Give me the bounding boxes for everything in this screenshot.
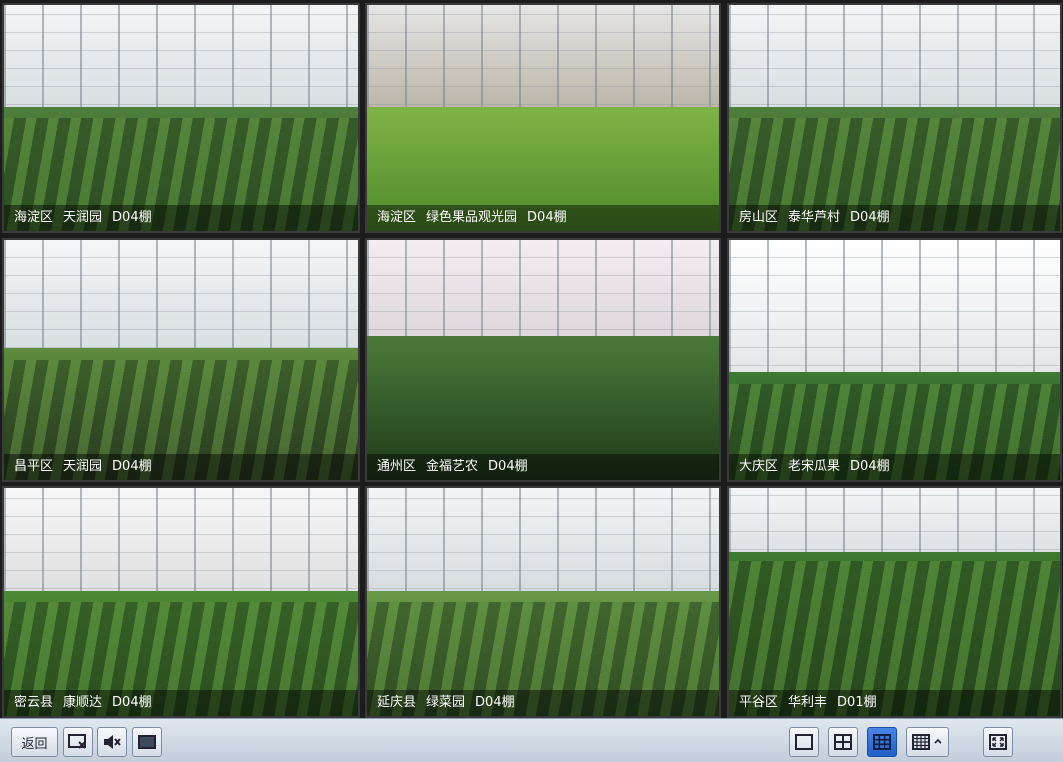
site-label: 绿菜园 [426, 695, 466, 710]
camera-caption: 平谷区 华利丰 D01棚 [729, 690, 1060, 716]
layout-9-icon [873, 734, 891, 750]
site-label: 金福艺农 [426, 459, 479, 474]
shed-label: D04棚 [850, 459, 890, 474]
camera-cell-8[interactable]: 延庆县 绿菜园 D04棚 [365, 486, 721, 718]
camera-cell-7[interactable]: 密云县 康顺达 D04棚 [2, 486, 360, 718]
camera-cell-2[interactable]: 海淀区 绿色果品观光园 D04棚 [365, 3, 721, 233]
camera-cell-4[interactable]: 昌平区 天润园 D04棚 [2, 238, 360, 482]
camera-cell-1[interactable]: 海淀区 天润园 D04棚 [2, 3, 360, 233]
camera-caption: 密云县 康顺达 D04棚 [4, 690, 358, 716]
shed-label: D04棚 [112, 459, 152, 474]
site-label: 绿色果品观光园 [426, 210, 518, 225]
layout-4-icon [834, 734, 852, 750]
camera-cell-5[interactable]: 通州区 金福艺农 D04棚 [365, 238, 721, 482]
site-label: 康顺达 [63, 695, 103, 710]
district-label: 海淀区 [14, 210, 54, 225]
layout-4-button[interactable] [828, 727, 858, 757]
camera-caption: 海淀区 绿色果品观光园 D04棚 [367, 205, 719, 231]
layout-16-icon [912, 734, 930, 750]
shed-label: D04棚 [488, 459, 528, 474]
site-label: 泰华芦村 [788, 210, 841, 225]
close-screen-button[interactable] [63, 727, 93, 757]
shed-label: D04棚 [112, 210, 152, 225]
chevron-up-icon [934, 738, 942, 744]
shed-label: D01棚 [837, 695, 877, 710]
video-wall-app: 海淀区 天润园 D04棚 海淀区 绿色果品观光园 D04棚 房山区 泰华芦村 D04棚 昌平… [0, 0, 1063, 762]
back-button[interactable]: 返回 [11, 727, 58, 757]
district-label: 房山区 [739, 210, 779, 225]
camera-grid: 海淀区 天润园 D04棚 海淀区 绿色果品观光园 D04棚 房山区 泰华芦村 D04棚 昌平… [0, 0, 1063, 718]
single-screen-icon [138, 735, 156, 749]
layout-1-icon [795, 734, 813, 750]
site-label: 天润园 [63, 210, 103, 225]
site-label: 华利丰 [788, 695, 828, 710]
layout-16-button[interactable] [906, 727, 949, 757]
district-label: 延庆县 [377, 695, 417, 710]
camera-caption: 大庆区 老宋瓜果 D04棚 [729, 454, 1060, 480]
close-screen-icon [68, 734, 86, 749]
camera-cell-9[interactable]: 平谷区 华利丰 D01棚 [727, 486, 1062, 718]
site-label: 天润园 [63, 459, 103, 474]
shed-label: D04棚 [850, 210, 890, 225]
camera-cell-3[interactable]: 房山区 泰华芦村 D04棚 [727, 3, 1062, 233]
mute-button[interactable] [97, 727, 127, 757]
bottom-toolbar: 返回 [0, 718, 1063, 762]
district-label: 密云县 [14, 695, 54, 710]
district-label: 通州区 [377, 459, 417, 474]
camera-cell-6[interactable]: 大庆区 老宋瓜果 D04棚 [727, 238, 1062, 482]
camera-caption: 延庆县 绿菜园 D04棚 [367, 690, 719, 716]
camera-caption: 通州区 金福艺农 D04棚 [367, 454, 719, 480]
site-label: 老宋瓜果 [788, 459, 841, 474]
layout-9-button[interactable] [867, 727, 897, 757]
fullscreen-button[interactable] [983, 727, 1013, 757]
layout-1-button[interactable] [789, 727, 819, 757]
single-screen-button[interactable] [132, 727, 162, 757]
shed-label: D04棚 [475, 695, 515, 710]
shed-label: D04棚 [527, 210, 567, 225]
shed-label: D04棚 [112, 695, 152, 710]
district-label: 海淀区 [377, 210, 417, 225]
camera-caption: 海淀区 天润园 D04棚 [4, 205, 358, 231]
district-label: 平谷区 [739, 695, 779, 710]
mute-icon [104, 735, 121, 749]
camera-caption: 房山区 泰华芦村 D04棚 [729, 205, 1060, 231]
district-label: 昌平区 [14, 459, 54, 474]
back-button-label: 返回 [21, 736, 48, 752]
fullscreen-icon [989, 734, 1007, 750]
camera-caption: 昌平区 天润园 D04棚 [4, 454, 358, 480]
district-label: 大庆区 [739, 459, 779, 474]
